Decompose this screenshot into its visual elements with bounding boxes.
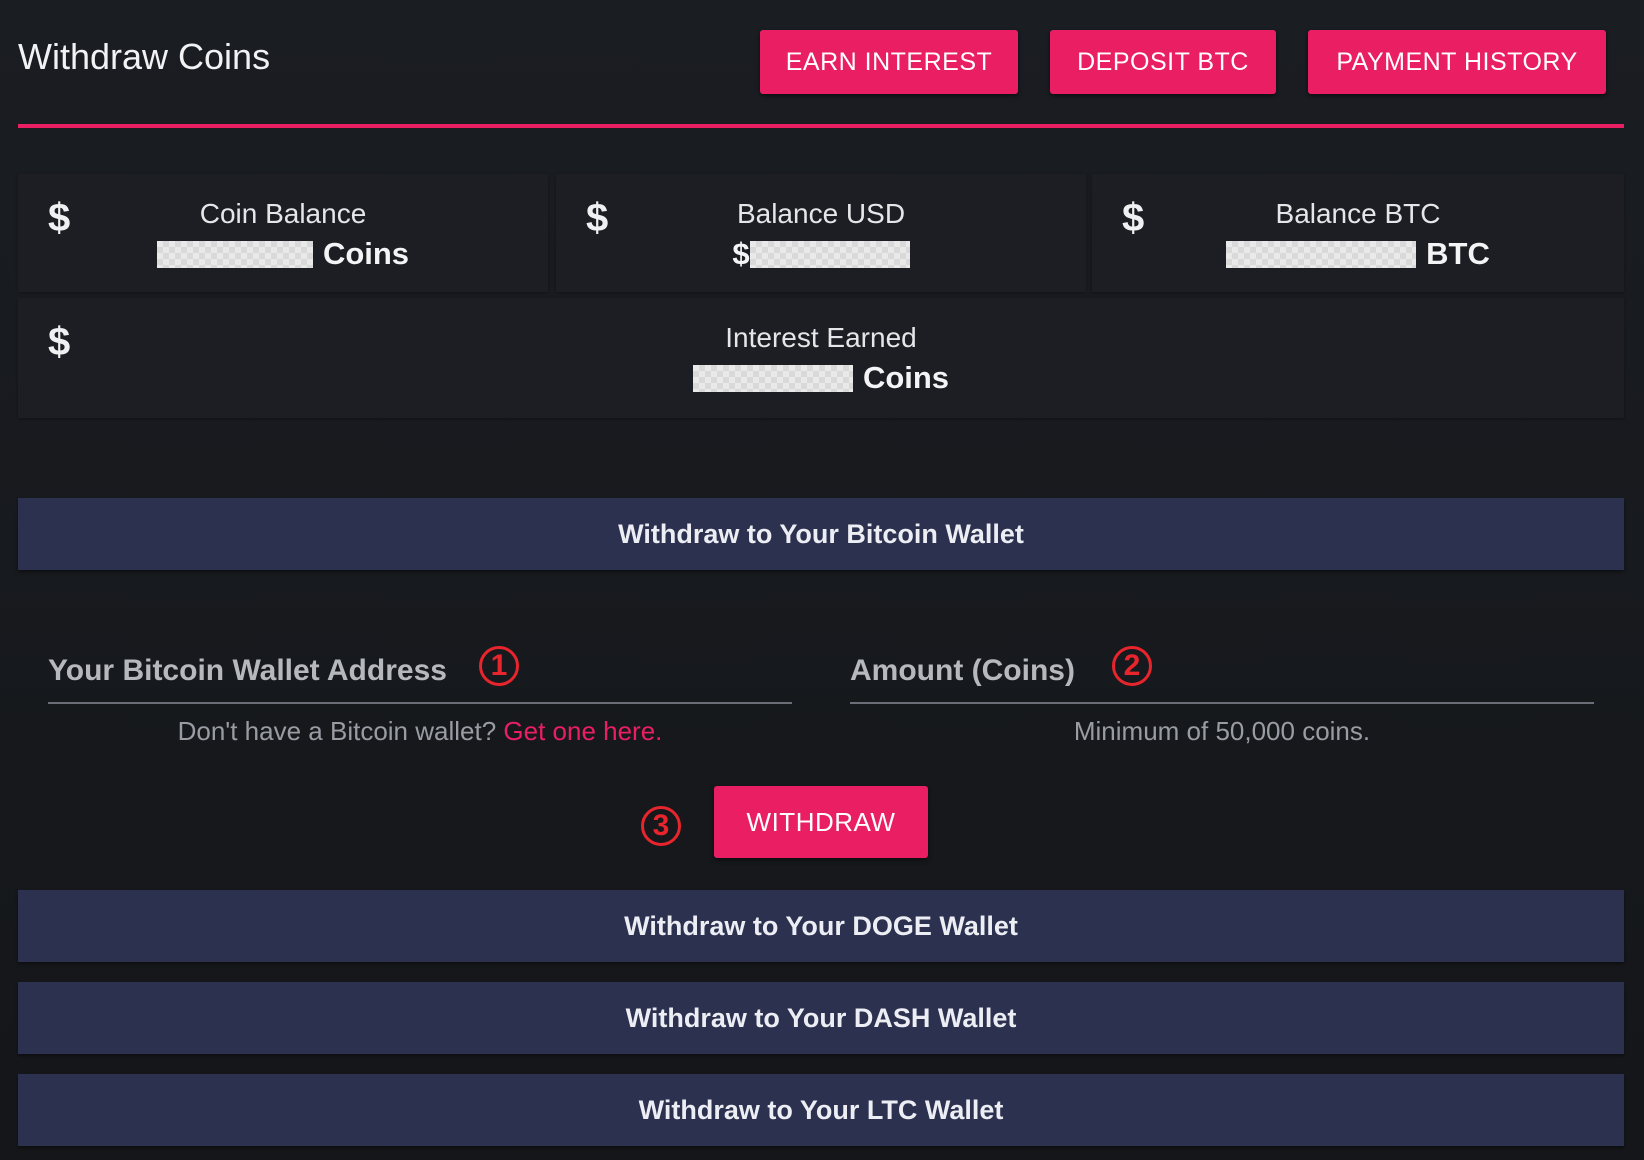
balance-usd-card: $ Balance USD $ (556, 174, 1086, 292)
redacted-value (1226, 240, 1417, 268)
earn-interest-button[interactable]: EARN INTEREST (760, 30, 1018, 94)
amount-input[interactable] (850, 640, 1594, 702)
withdraw-button[interactable]: WITHDRAW (714, 786, 928, 858)
coin-balance-unit: Coins (322, 236, 410, 271)
interest-earned-card: $ Interest Earned Coins (18, 298, 1624, 418)
step-1-marker: 1 (479, 646, 519, 686)
balance-btc-label: Balance BTC (1275, 198, 1441, 229)
balance-usd-label: Balance USD (736, 198, 906, 229)
withdraw-dash-section[interactable]: Withdraw to Your DASH Wallet (18, 982, 1624, 1054)
withdraw-bitcoin-section[interactable]: Withdraw to Your Bitcoin Wallet (18, 498, 1624, 570)
interest-earned-unit: Coins (862, 360, 950, 395)
withdraw-doge-section[interactable]: Withdraw to Your DOGE Wallet (18, 890, 1624, 962)
redacted-value (749, 240, 910, 268)
step-2-marker: 2 (1112, 646, 1152, 686)
wallet-help: Don't have a Bitcoin wallet? Get one her… (48, 716, 792, 747)
redacted-value (156, 240, 313, 268)
balance-usd-value: $ (556, 236, 1086, 272)
wallet-help-text: Don't have a Bitcoin wallet? (177, 716, 497, 746)
withdraw-page: Withdraw Coins EARN INTEREST DEPOSIT BTC… (0, 0, 1644, 1160)
get-wallet-link[interactable]: Get one here. (503, 716, 662, 746)
interest-earned-value: Coins (18, 360, 1624, 396)
wallet-address-input[interactable] (48, 640, 792, 702)
balance-btc-value: BTC (1092, 236, 1624, 272)
balance-btc-card: $ Balance BTC BTC (1092, 174, 1624, 292)
balance-btc-unit: BTC (1426, 236, 1490, 271)
amount-field (850, 640, 1594, 704)
amount-help-text: Minimum of 50,000 coins. (1073, 716, 1371, 746)
page-header: Withdraw Coins EARN INTEREST DEPOSIT BTC… (18, 0, 1624, 128)
withdraw-ltc-section[interactable]: Withdraw to Your LTC Wallet (18, 1074, 1624, 1146)
coin-balance-value: Coins (18, 236, 548, 272)
interest-earned-label: Interest Earned (725, 322, 917, 353)
coin-balance-card: $ Coin Balance Coins (18, 174, 548, 292)
payment-history-button[interactable]: PAYMENT HISTORY (1308, 30, 1606, 94)
redacted-value (692, 364, 853, 392)
wallet-address-field (48, 640, 792, 704)
page-title: Withdraw Coins (18, 36, 271, 77)
step-3-marker: 3 (641, 806, 681, 846)
balance-usd-currency: $ (732, 236, 750, 271)
coin-balance-label: Coin Balance (199, 198, 367, 229)
deposit-btc-button[interactable]: DEPOSIT BTC (1050, 30, 1276, 94)
